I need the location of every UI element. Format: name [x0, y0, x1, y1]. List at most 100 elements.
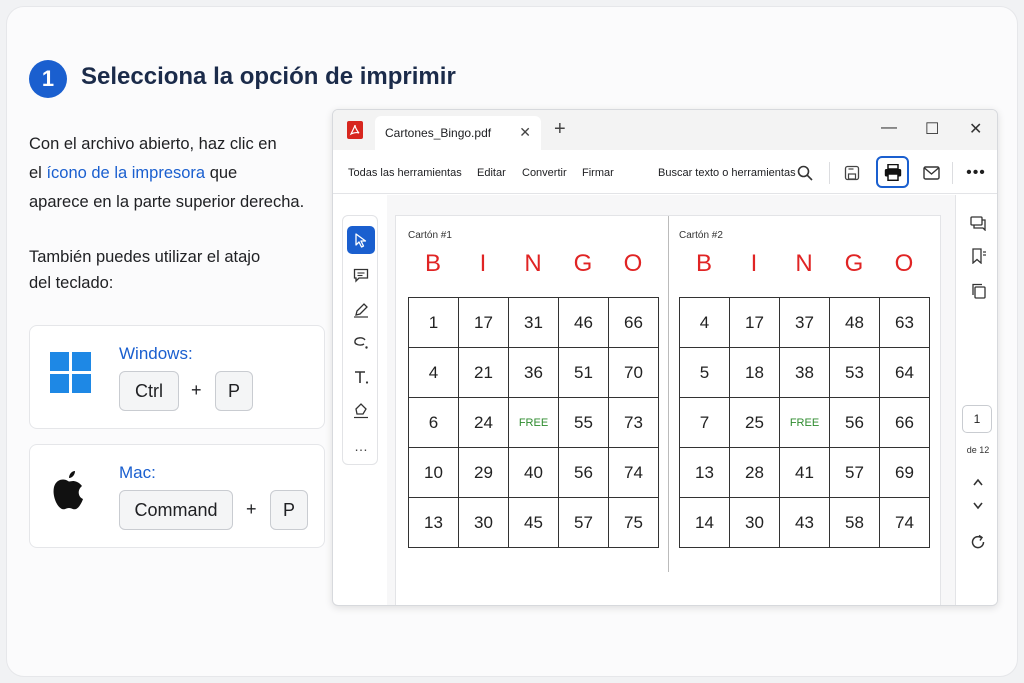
convert-menu[interactable]: Convertir	[522, 167, 567, 179]
bingo-number-cell: 58	[829, 497, 880, 548]
close-window-icon[interactable]: ✕	[969, 119, 982, 139]
bingo-number-cell: 13	[408, 497, 459, 548]
printer-icon	[884, 163, 901, 181]
bingo-row: 13 28 41 57 69	[679, 447, 930, 498]
sign-menu[interactable]: Firmar	[582, 167, 614, 179]
bingo-number-cell: 4	[408, 347, 459, 398]
page-number-input[interactable]: 1	[962, 405, 992, 433]
close-tab-icon[interactable]: ✕	[519, 124, 531, 141]
bingo-number-cell: 38	[779, 347, 830, 398]
bingo-number-cell: 40	[508, 447, 559, 498]
bingo-row: 10 29 40 56 74	[408, 447, 659, 498]
bingo-number-cell: 66	[879, 397, 930, 448]
bingo-row: 1 17 31 46 66	[408, 297, 659, 348]
ctrl-key: Ctrl	[119, 371, 179, 411]
previous-page-icon[interactable]	[967, 471, 989, 493]
bingo-row: 13 30 45 57 75	[408, 497, 659, 548]
mac-label: Mac:	[119, 463, 156, 482]
more-tools-icon[interactable]: …	[347, 432, 375, 460]
bingo-header-letter: B	[695, 250, 712, 277]
bingo-number-cell: 69	[879, 447, 930, 498]
highlight-tool-icon[interactable]	[347, 296, 375, 324]
bingo-header-letter: G	[573, 250, 593, 277]
save-icon[interactable]	[841, 162, 863, 184]
bingo-number-cell: 17	[458, 297, 509, 348]
bingo-number-cell: 55	[558, 397, 609, 448]
bingo-number-cell: 53	[829, 347, 880, 398]
bingo-number-cell: 13	[679, 447, 730, 498]
bingo-header-letter: G	[844, 250, 864, 277]
maximize-icon[interactable]: ☐	[925, 119, 939, 139]
page-total-label: de 12	[966, 445, 990, 455]
acrobat-icon	[347, 121, 363, 139]
bingo-number-cell: 51	[558, 347, 609, 398]
bingo-number-cell: 31	[508, 297, 559, 348]
bingo-row: 4 17 37 48 63	[679, 297, 930, 348]
carton-label: Cartón #1	[408, 230, 452, 241]
bingo-number-cell: 14	[679, 497, 730, 548]
edit-menu[interactable]: Editar	[477, 167, 506, 179]
search-tools-field[interactable]: Buscar texto o herramientas	[658, 167, 796, 179]
pdf-viewer-window: Cartones_Bingo.pdf ✕ + — ☐ ✕ Todas las h…	[332, 109, 998, 606]
sign-tool-icon[interactable]	[347, 397, 375, 425]
bingo-number-cell: 10	[408, 447, 459, 498]
pdf-page: Cartón #1 B I N G O 1 17 31 46 66 4 21 36 51 70 6 24 FREE 5…	[395, 215, 941, 605]
toolbar-divider	[952, 162, 953, 184]
bingo-number-cell: 70	[608, 347, 659, 398]
refresh-icon[interactable]	[967, 531, 989, 553]
bingo-number-cell: 24	[458, 397, 509, 448]
document-tab[interactable]: Cartones_Bingo.pdf ✕	[375, 116, 541, 150]
bingo-number-cell: 28	[729, 447, 780, 498]
windows-label: Windows:	[119, 344, 193, 363]
bingo-number-cell: 63	[879, 297, 930, 348]
intro-text: Con el archivo abierto, haz clic en el í…	[29, 135, 305, 211]
minimize-icon[interactable]: —	[881, 119, 897, 137]
bingo-number-cell: 75	[608, 497, 659, 548]
text-tool-icon[interactable]	[347, 363, 375, 391]
p-key: P	[270, 490, 308, 530]
draw-tool-icon[interactable]	[347, 329, 375, 357]
email-icon[interactable]	[920, 162, 942, 184]
comments-panel-icon[interactable]	[967, 212, 989, 234]
all-tools-menu[interactable]: Todas las herramientas	[348, 167, 462, 179]
shortcut-intro-text: También puedes utilizar el atajo del tec…	[29, 248, 261, 292]
right-panel: 1 de 12	[955, 195, 997, 605]
bingo-number-cell: 37	[779, 297, 830, 348]
select-tool-icon[interactable]	[347, 226, 375, 254]
printer-icon-highlight: ícono de la impresora	[46, 164, 206, 182]
pages-panel-icon[interactable]	[967, 280, 989, 302]
next-page-icon[interactable]	[967, 495, 989, 517]
more-options-icon[interactable]: •••	[965, 162, 987, 184]
bingo-number-cell: 30	[729, 497, 780, 548]
bookmark-panel-icon[interactable]	[967, 245, 989, 267]
bingo-row: 14 30 43 58 74	[679, 497, 930, 548]
bingo-number-cell: 5	[679, 347, 730, 398]
bingo-row: 6 24 FREE 55 73	[408, 397, 659, 448]
plus-sign: +	[246, 499, 257, 519]
command-key: Command	[119, 490, 233, 530]
new-tab-icon[interactable]: +	[554, 118, 566, 141]
free-space-cell: FREE	[508, 397, 559, 448]
bingo-number-cell: 56	[829, 397, 880, 448]
bingo-header-letter: O	[623, 250, 643, 277]
bingo-grid: 1 17 31 46 66 4 21 36 51 70 6 24 FREE 55 73 10 29 40 56 74 1…	[408, 297, 659, 548]
bingo-number-cell: 21	[458, 347, 509, 398]
document-canvas: Cartón #1 B I N G O 1 17 31 46 66 4 21 36 51 70 6 24 FREE 5…	[387, 195, 955, 605]
bingo-number-cell: 4	[679, 297, 730, 348]
bingo-header-letter: N	[795, 250, 813, 277]
bingo-row: 4 21 36 51 70	[408, 347, 659, 398]
bingo-number-cell: 73	[608, 397, 659, 448]
bingo-header-letter: I	[750, 250, 758, 277]
comment-tool-icon[interactable]	[347, 261, 375, 289]
bingo-number-cell: 18	[729, 347, 780, 398]
bingo-number-cell: 30	[458, 497, 509, 548]
bingo-number-cell: 64	[879, 347, 930, 398]
bingo-number-cell: 1	[408, 297, 459, 348]
bingo-number-cell: 57	[829, 447, 880, 498]
print-button[interactable]	[876, 156, 909, 188]
bingo-number-cell: 36	[508, 347, 559, 398]
carton-label: Cartón #2	[679, 230, 723, 241]
search-icon[interactable]	[794, 162, 816, 184]
bingo-header-letter: N	[524, 250, 542, 277]
step-number-badge: 1	[29, 60, 67, 98]
